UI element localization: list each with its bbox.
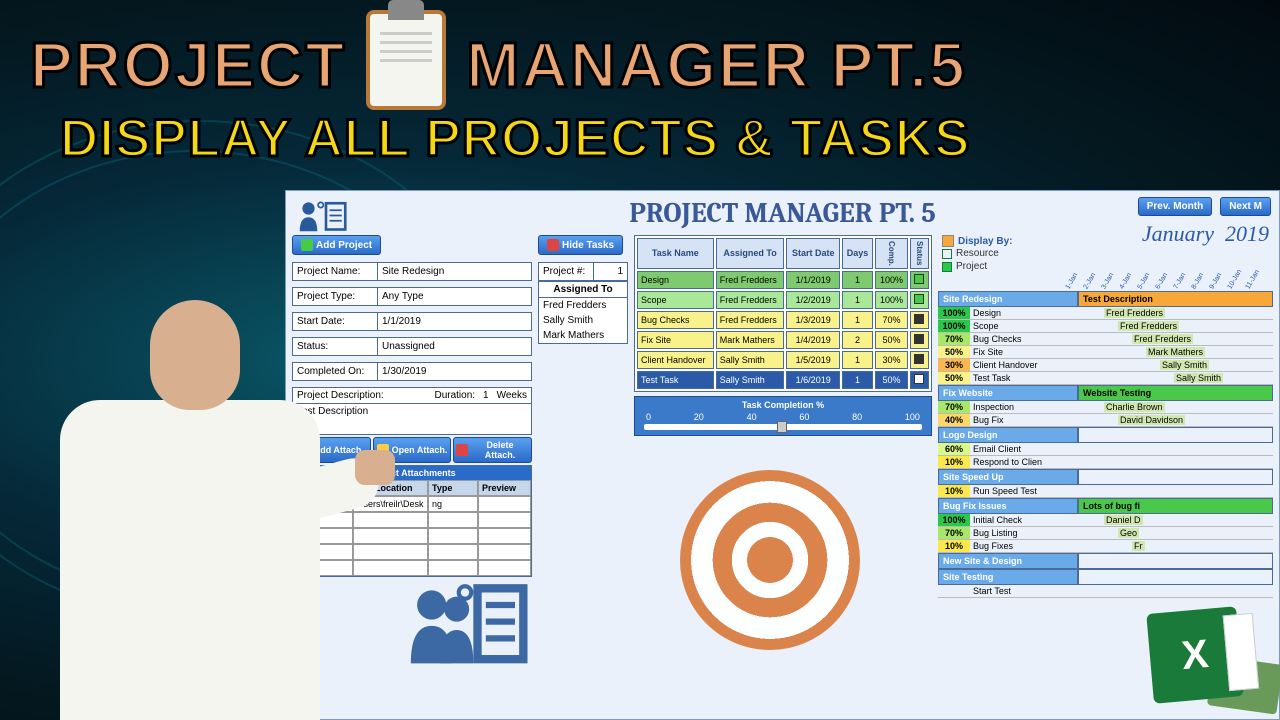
pm-logo-icon [295,198,350,240]
gantt-row[interactable]: 10%Respond to Clien [938,456,1273,469]
gantt-row[interactable]: Start Test [938,585,1273,598]
gantt-row[interactable]: 10%Run Speed Test [938,485,1273,498]
title-word-2: MANAGER PT.5 [466,28,967,102]
task-row[interactable]: Test TaskSally Smith1/6/2019150% [637,371,929,389]
pm-logo-large-icon [400,580,530,680]
project-gantt-panel: Site RedesignTest Description100%DesignF… [938,291,1273,598]
calendar-icon [942,235,954,247]
task-row[interactable]: Fix SiteMark Mathers1/4/2019250% [637,331,929,349]
task-row[interactable]: ScopeFred Fredders1/2/20191100% [637,291,929,309]
display-by-resource[interactable]: Resource [942,247,1012,260]
gantt-row[interactable]: 70%Bug ListingGeo [938,527,1273,540]
x-icon [456,444,468,456]
gantt-row[interactable]: 70%InspectionCharlie Brown [938,401,1273,414]
next-month-button[interactable]: Next M [1220,197,1271,216]
target-graphic [680,470,860,650]
gantt-row[interactable]: 50%Fix SiteMark Mathers [938,346,1273,359]
display-by-section: Display By: Resource Project [938,235,1016,273]
completion-slider[interactable]: Task Completion % 020 4060 80100 [634,396,932,436]
thumbnail-title: PROJECT MANAGER PT.5 [30,20,1250,110]
task-row[interactable]: DesignFred Fredders1/1/20191100% [637,271,929,289]
hide-tasks-button[interactable]: Hide Tasks [538,235,623,255]
delete-attachment-button[interactable]: Delete Attach. [453,437,532,463]
prev-month-button[interactable]: Prev. Month [1138,197,1212,216]
task-row[interactable]: Bug ChecksFred Fredders1/3/2019170% [637,311,929,329]
calendar-month-year: January 2019 [1142,221,1269,247]
plus-icon [301,239,313,251]
gantt-row[interactable]: 100%Initial CheckDaniel D [938,514,1273,527]
excel-icon: X [1146,606,1244,704]
arrow-icon [547,239,559,251]
task-table: Task Name Assigned To Start Date Days Co… [634,235,932,392]
display-by-project[interactable]: Project [942,260,1012,273]
assigned-to-list: Assigned To Fred Fredders Sally Smith Ma… [538,281,628,344]
gantt-row[interactable]: 30%Client HandoverSally Smith [938,359,1273,372]
gantt-row[interactable]: 70%Bug ChecksFred Fredders [938,333,1273,346]
gantt-row[interactable]: 10%Bug FixesFr [938,540,1273,553]
task-row[interactable]: Client HandoverSally Smith1/5/2019130% [637,351,929,369]
clipboard-icon [366,10,446,110]
calendar-dates: 1-Jan2-Jan3-Jan4-Jan5-Jan6-Jan7-Jan8-Jan… [1068,273,1273,289]
gantt-row[interactable]: 100%DesignFred Fredders [938,307,1273,320]
gantt-row[interactable]: 50%Test TaskSally Smith [938,372,1273,385]
slider-thumb[interactable] [777,421,787,433]
app-title: PROJECT MANAGER PT. 5 [286,191,1279,235]
title-word-1: PROJECT [30,28,346,102]
gantt-row[interactable]: 60%Email Client [938,443,1273,456]
presenter-photo [0,270,370,720]
gantt-row[interactable]: 100%ScopeFred Fredders [938,320,1273,333]
gantt-row[interactable]: 40%Bug FixDavid Davidson [938,414,1273,427]
thumbnail-subtitle: DISPLAY ALL PROJECTS & TASKS [60,108,1260,169]
project-number-field[interactable]: Project #: 1 [538,262,628,281]
